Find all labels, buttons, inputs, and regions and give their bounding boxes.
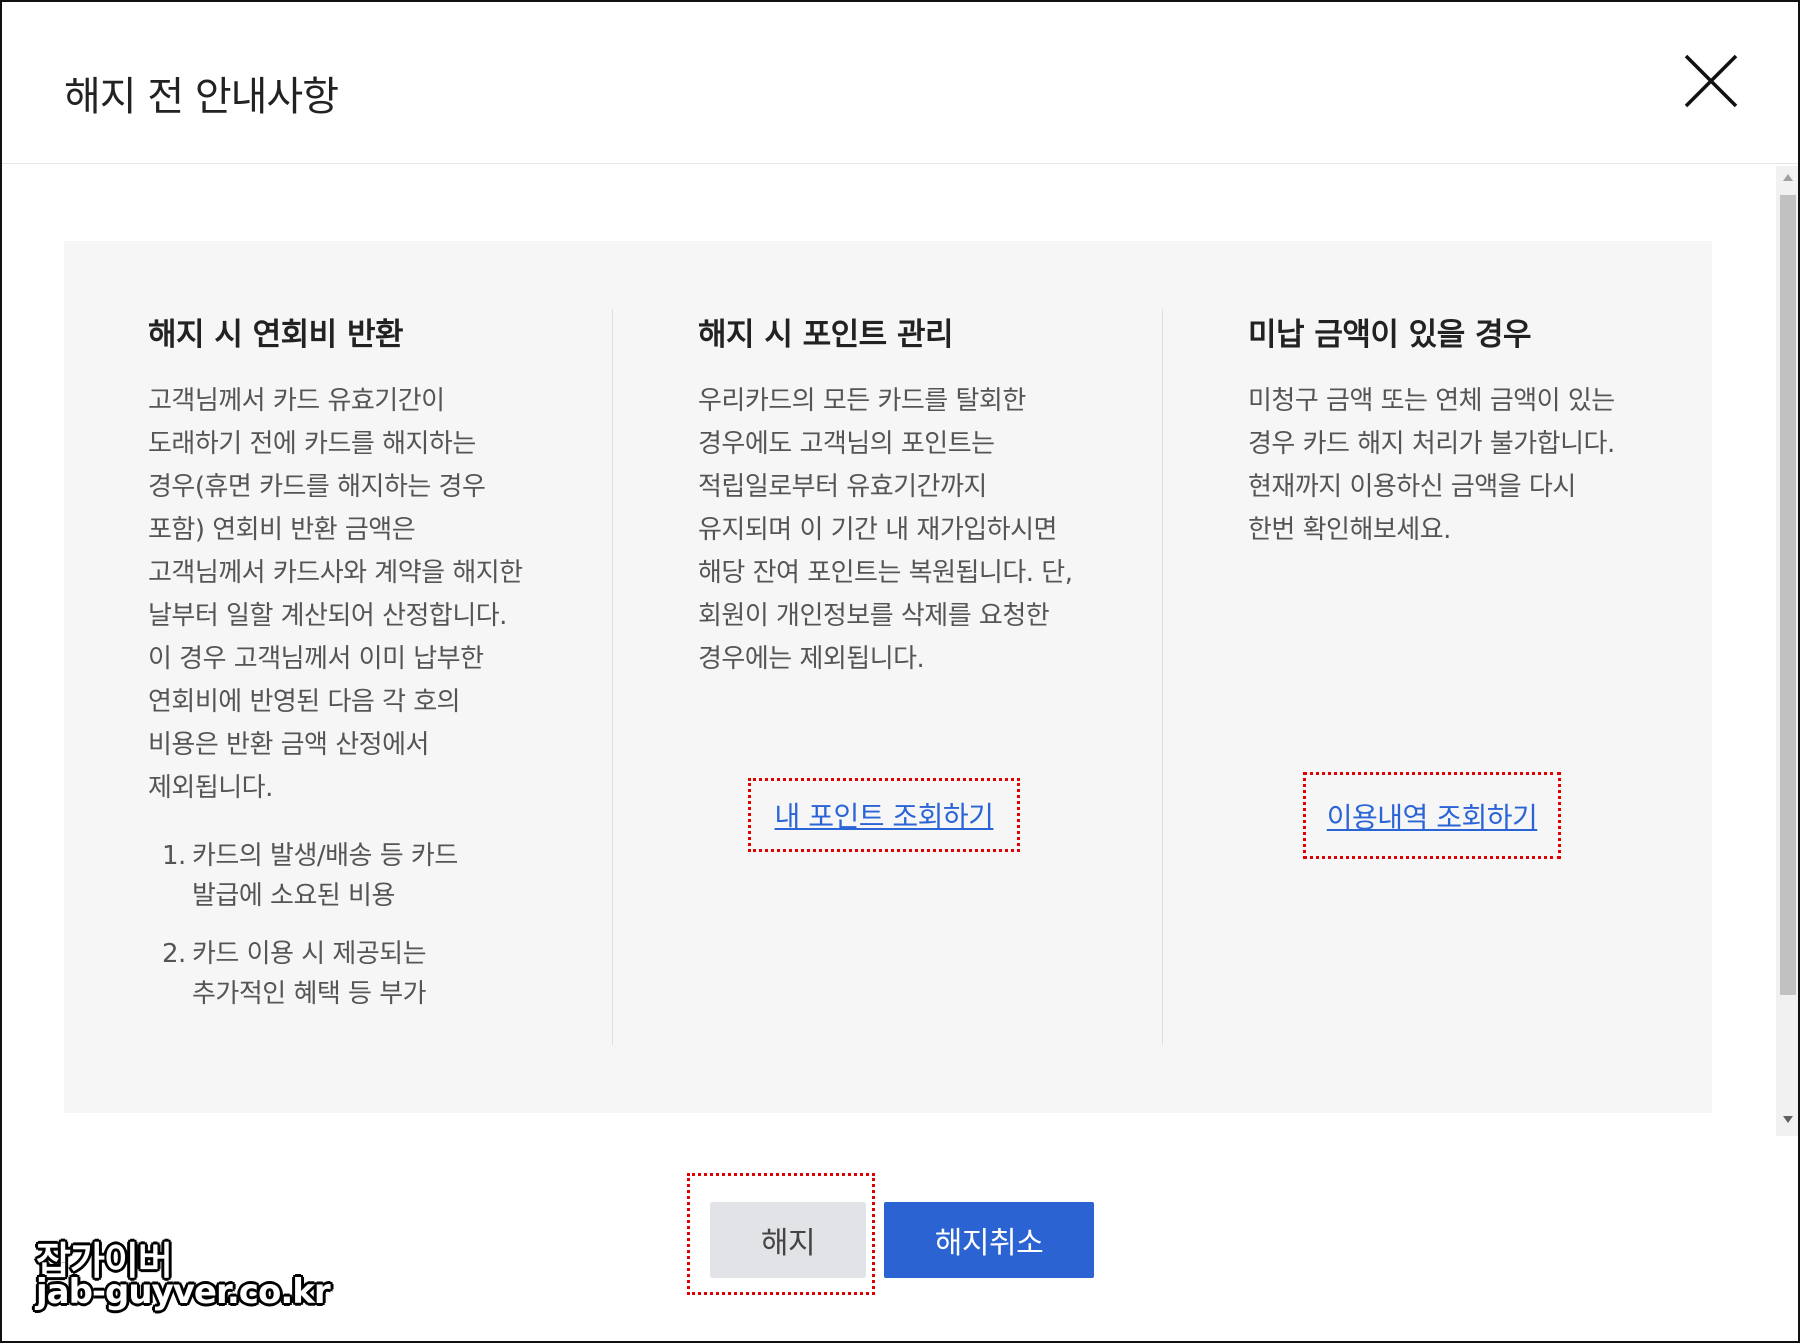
list-item: 2. 카드 이용 시 제공되는 추가적인 혜택 등 부가 [162, 934, 568, 1014]
list-text: 카드의 발생/배송 등 카드 발급에 소요된 비용 [192, 841, 458, 911]
exclusion-list: 1. 카드의 발생/배송 등 카드 발급에 소요된 비용 2. 카드 이용 시 … [148, 836, 568, 1014]
scrollbar-thumb[interactable] [1780, 195, 1796, 995]
scroll-down-arrow-icon[interactable] [1783, 1116, 1793, 1123]
list-number: 2. [162, 939, 186, 969]
list-number: 1. [162, 841, 186, 871]
scroll-up-arrow-icon[interactable] [1783, 174, 1793, 181]
section-annual-fee-refund: 해지 시 연회비 반환 고객님께서 카드 유효기간이 도래하기 전에 카드를 해… [148, 309, 568, 1032]
section-unpaid-amount: 미납 금액이 있을 경우 미청구 금액 또는 연체 금액이 있는 경우 카드 해… [1248, 309, 1668, 552]
section-point-management: 해지 시 포인트 관리 우리카드의 모든 카드를 탈회한 경우에도 고객님의 포… [698, 309, 1118, 681]
section-body: 미청구 금액 또는 연체 금액이 있는 경우 카드 해지 처리가 불가합니다. … [1248, 386, 1615, 545]
terminate-button[interactable]: 해지 [710, 1202, 866, 1278]
section-body: 고객님께서 카드 유효기간이 도래하기 전에 카드를 해지하는 경우(휴면 카드… [148, 386, 523, 803]
column-divider [612, 309, 613, 1045]
dialog-title: 해지 전 안내사항 [64, 74, 339, 120]
highlight-box: 내 포인트 조회하기 [748, 778, 1020, 852]
dialog-header: 해지 전 안내사항 [2, 2, 1798, 164]
section-body: 우리카드의 모든 카드를 탈회한 경우에도 고객님의 포인트는 적립일로부터 유… [698, 386, 1073, 674]
section-heading: 해지 시 포인트 관리 [698, 317, 954, 353]
usage-history-link[interactable]: 이용내역 조회하기 [1327, 796, 1538, 836]
list-text: 카드 이용 시 제공되는 추가적인 혜택 등 부가 [192, 939, 427, 1009]
highlight-box: 이용내역 조회하기 [1303, 772, 1561, 859]
column-divider [1162, 309, 1163, 1045]
notice-panel: 해지 시 연회비 반환 고객님께서 카드 유효기간이 도래하기 전에 카드를 해… [64, 241, 1712, 1113]
watermark-url: jab-guyver.co.kr [36, 1272, 331, 1312]
my-points-link[interactable]: 내 포인트 조회하기 [775, 795, 994, 835]
section-heading: 미납 금액이 있을 경우 [1248, 317, 1532, 353]
close-icon[interactable] [1682, 52, 1740, 110]
dialog: 해지 전 안내사항 해지 시 연회비 반환 고객님께서 카드 유효기간이 도래하… [0, 0, 1800, 1343]
list-item: 1. 카드의 발생/배송 등 카드 발급에 소요된 비용 [162, 836, 568, 916]
cancel-termination-button[interactable]: 해지취소 [884, 1202, 1094, 1278]
section-heading: 해지 시 연회비 반환 [148, 317, 404, 353]
